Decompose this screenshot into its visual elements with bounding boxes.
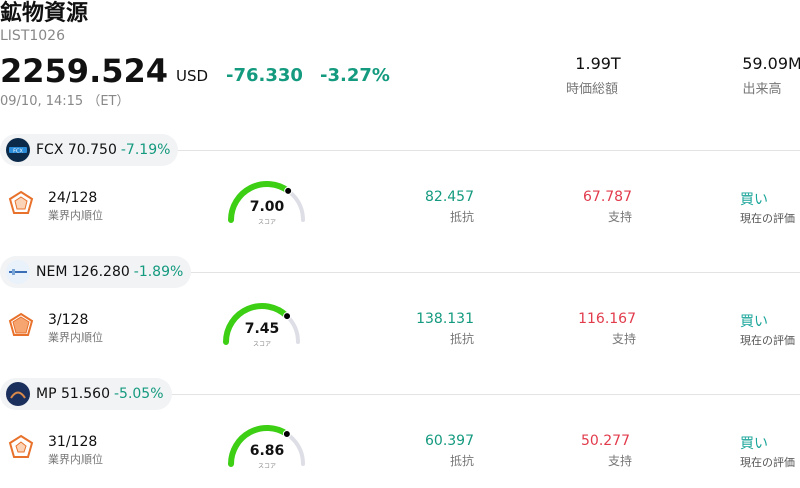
resistance-value: 82.457 [425,189,474,205]
gauge-marker [282,429,291,438]
fcx-logo-icon: FCX [6,138,30,162]
mp-logo-icon [6,382,30,406]
rank-label: 業界内順位 [48,453,103,466]
stock-row-fcx[interactable]: FCX FCX 70.750 -7.19% 24/128 業界内順位 7.00 … [0,134,800,256]
divider [178,150,800,151]
rating-value: 買い [740,436,768,452]
timestamp: 09/10, 14:15 （ET） [0,94,130,109]
divider [170,394,800,395]
volume-value: 59.09M [742,54,800,73]
gauge-marker [283,312,292,321]
rating-value: 買い [740,192,768,208]
rank-value: 3/128 [48,312,89,328]
score-value: 6.86 [249,443,285,459]
volume-label: 出来高 [742,82,782,97]
score-label: スコア [257,463,276,470]
market-cap-label: 時価総額 [565,82,618,97]
ticker-pct: -5.05% [113,386,164,402]
resistance-label: 抵抗 [449,454,474,468]
rank-pentagon-icon [8,434,34,458]
rank-pentagon-icon [8,312,34,336]
stock-pill-nem[interactable]: NEM 126.280 -1.89% [0,256,192,288]
ticker: MP 51.560 [36,386,110,402]
rank-value: 24/128 [48,190,98,206]
ticker-pct: -1.89% [133,264,184,280]
gauge-marker [284,186,293,195]
rating-label: 現在の評価 [740,456,795,469]
ticker-pct: -7.19% [120,142,171,158]
support-label: 支持 [611,332,636,346]
support-label: 支持 [607,210,632,224]
support-label: 支持 [607,454,632,468]
rank-label: 業界内順位 [48,331,103,344]
list-id: LIST1026 [0,28,65,44]
price-change-pct: -3.27% [320,65,390,86]
rank-value: 31/128 [48,434,98,450]
ticker: NEM 126.280 [36,264,130,280]
ticker: FCX 70.750 [36,142,117,158]
resistance-value: 60.397 [425,433,474,449]
resistance-value: 138.131 [416,311,474,327]
rating-label: 現在の評価 [740,212,795,225]
stock-row-nem[interactable]: NEM 126.280 -1.89% 3/128 業界内順位 7.45 スコア … [0,256,800,378]
stock-pill-mp[interactable]: MP 51.560 -5.05% [0,378,172,410]
score-label: スコア [252,341,271,348]
resistance-label: 抵抗 [449,210,474,224]
stock-pill-fcx[interactable]: FCX FCX 70.750 -7.19% [0,134,179,166]
index-price: 2259.524 [0,52,169,90]
score-value: 7.00 [249,199,285,215]
resistance-label: 抵抗 [449,332,474,346]
rank-label: 業界内順位 [48,209,103,222]
market-cap-value: 1.99T [575,54,621,73]
page-title: 鉱物資源 [0,1,89,26]
score-value: 7.45 [244,321,280,337]
nem-logo-icon [6,260,30,284]
divider [190,272,800,273]
rank-pentagon-icon [8,190,34,214]
svg-text:FCX: FCX [13,149,23,155]
score-label: スコア [257,219,276,226]
support-value: 67.787 [583,189,632,205]
rating-value: 買い [740,314,768,330]
price-change: -76.330 [226,65,303,86]
support-value: 50.277 [581,433,630,449]
rating-label: 現在の評価 [740,334,795,347]
stock-row-mp[interactable]: MP 51.560 -5.05% 31/128 業界内順位 6.86 スコア 6… [0,378,800,488]
support-value: 116.167 [578,311,636,327]
currency-label: USD [176,67,209,85]
